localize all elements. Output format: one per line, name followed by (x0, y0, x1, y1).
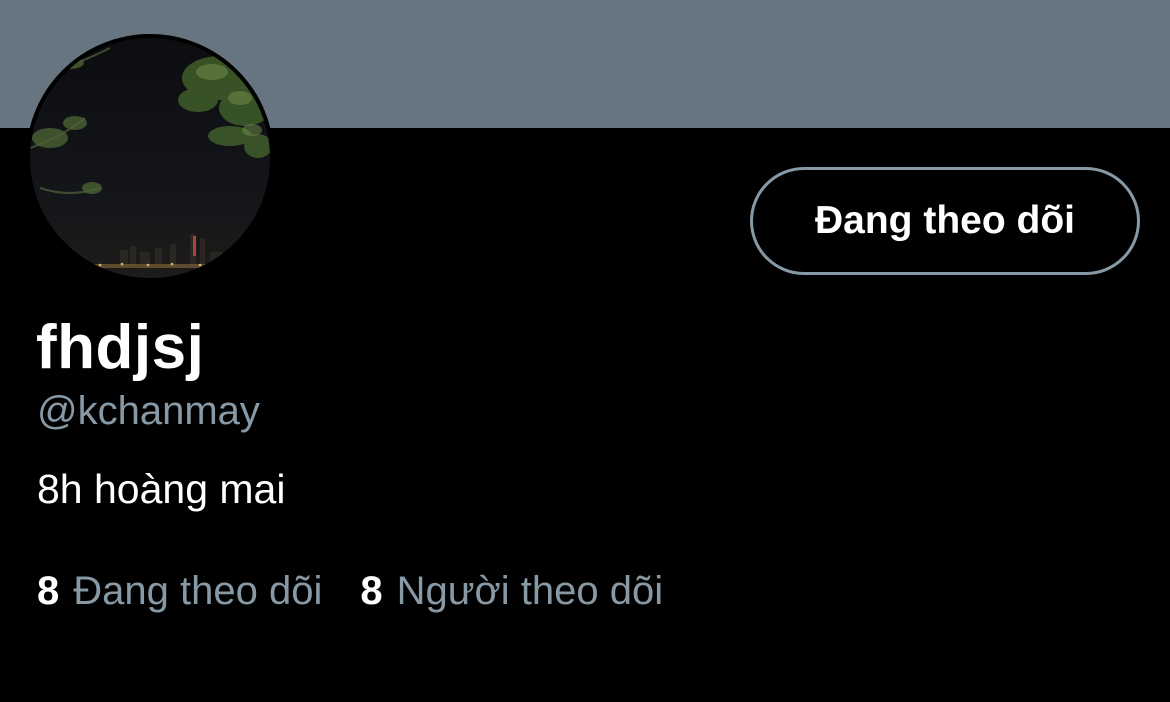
avatar-night-city-image (30, 38, 270, 278)
profile-bio: 8h hoàng mai (37, 466, 286, 512)
followers-label: Người theo dõi (396, 569, 664, 613)
user-handle: @kchanmay (37, 389, 260, 433)
following-stat-link[interactable]: 8 Đang theo dõi (37, 566, 322, 616)
followers-count: 8 (360, 569, 383, 613)
following-label: Đang theo dõi (73, 569, 323, 613)
avatar[interactable] (26, 34, 274, 282)
following-button[interactable]: Đang theo dõi (750, 167, 1140, 275)
followers-stat-link[interactable]: 8 Người theo dõi (360, 566, 663, 616)
profile-stats: 8 Đang theo dõi 8 Người theo dõi (37, 566, 663, 616)
display-name: fhdjsj (36, 313, 205, 382)
following-count: 8 (37, 569, 60, 613)
